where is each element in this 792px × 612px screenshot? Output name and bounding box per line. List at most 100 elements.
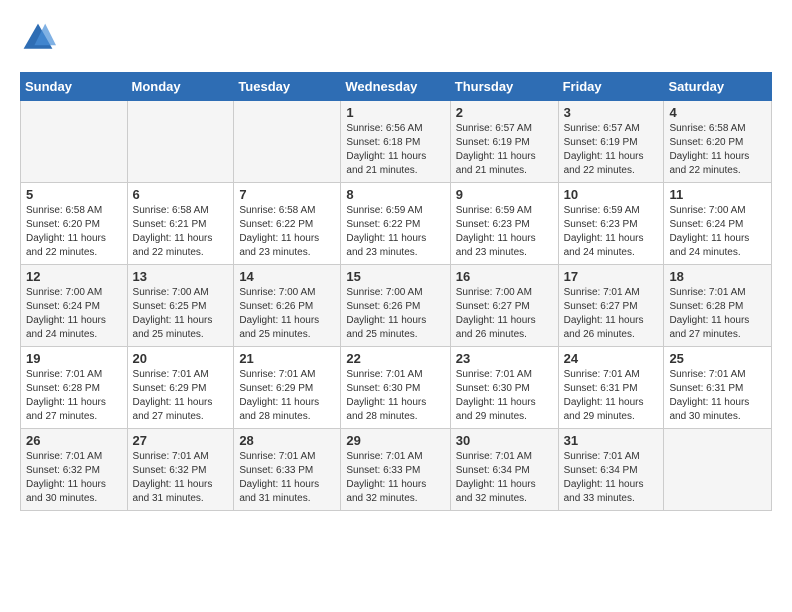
day-number: 11	[669, 187, 766, 202]
day-number: 15	[346, 269, 444, 284]
day-number: 27	[133, 433, 229, 448]
day-info: Sunrise: 7:01 AMSunset: 6:30 PMDaylight:…	[346, 368, 444, 424]
day-cell: 13Sunrise: 7:00 AMSunset: 6:25 PMDayligh…	[127, 265, 234, 347]
day-info: Sunrise: 7:01 AMSunset: 6:34 PMDaylight:…	[456, 450, 553, 506]
day-number: 22	[346, 351, 444, 366]
day-info: Sunrise: 6:58 AMSunset: 6:20 PMDaylight:…	[669, 122, 766, 178]
day-cell: 24 Sunrise: 7:01 AMSunset: 6:31 PMDayligh…	[558, 347, 664, 429]
day-number: 14	[239, 269, 335, 284]
day-cell: 16 Sunrise: 7:00 AMSunset: 6:27 PMDayligh…	[450, 265, 558, 347]
day-cell: 7 Sunrise: 6:58 AMSunset: 6:22 PMDaylight…	[234, 183, 341, 265]
day-info: Sunrise: 7:01 AMSunset: 6:34 PMDaylight:…	[564, 450, 659, 506]
day-cell: 19Sunrise: 7:01 AMSunset: 6:28 PMDayligh…	[21, 347, 128, 429]
day-cell: 8Sunrise: 6:59 AMSunset: 6:22 PMDaylight…	[341, 183, 450, 265]
day-info: Sunrise: 7:01 AMSunset: 6:29 PMDaylight:…	[239, 368, 335, 424]
col-header-tuesday: Tuesday	[234, 73, 341, 101]
day-number: 1	[346, 105, 444, 120]
week-row-3: 12 Sunrise: 7:00 AMSunset: 6:24 PMDayligh…	[21, 265, 772, 347]
day-cell: 30 Sunrise: 7:01 AMSunset: 6:34 PMDayligh…	[450, 429, 558, 511]
day-info: Sunrise: 7:00 AMSunset: 6:24 PMDaylight:…	[669, 204, 766, 260]
col-header-monday: Monday	[127, 73, 234, 101]
day-number: 16	[456, 269, 553, 284]
day-cell: 28 Sunrise: 7:01 AMSunset: 6:33 PMDayligh…	[234, 429, 341, 511]
day-cell: 2 Sunrise: 6:57 AMSunset: 6:19 PMDaylight…	[450, 101, 558, 183]
day-info: Sunrise: 7:01 AMSunset: 6:32 PMDaylight:…	[133, 450, 229, 506]
day-number: 23	[456, 351, 553, 366]
day-cell: 15 Sunrise: 7:00 AMSunset: 6:26 PMDayligh…	[341, 265, 450, 347]
day-cell: 26 Sunrise: 7:01 AMSunset: 6:32 PMDayligh…	[21, 429, 128, 511]
week-row-4: 19Sunrise: 7:01 AMSunset: 6:28 PMDayligh…	[21, 347, 772, 429]
day-cell	[21, 101, 128, 183]
day-info: Sunrise: 7:01 AMSunset: 6:33 PMDaylight:…	[239, 450, 335, 506]
day-number: 28	[239, 433, 335, 448]
day-info: Sunrise: 7:00 AMSunset: 6:25 PMDaylight:…	[133, 286, 229, 342]
day-cell: 9 Sunrise: 6:59 AMSunset: 6:23 PMDaylight…	[450, 183, 558, 265]
day-info: Sunrise: 6:56 AMSunset: 6:18 PMDaylight:…	[346, 122, 444, 178]
day-info: Sunrise: 7:01 AMSunset: 6:32 PMDaylight:…	[26, 450, 122, 506]
day-number: 26	[26, 433, 122, 448]
day-cell: 17Sunrise: 7:01 AMSunset: 6:27 PMDayligh…	[558, 265, 664, 347]
day-number: 31	[564, 433, 659, 448]
day-cell: 25 Sunrise: 7:01 AMSunset: 6:31 PMDayligh…	[664, 347, 772, 429]
day-info: Sunrise: 6:58 AMSunset: 6:20 PMDaylight:…	[26, 204, 122, 260]
day-cell: 5 Sunrise: 6:58 AMSunset: 6:20 PMDaylight…	[21, 183, 128, 265]
day-info: Sunrise: 7:00 AMSunset: 6:26 PMDaylight:…	[239, 286, 335, 342]
day-cell: 10 Sunrise: 6:59 AMSunset: 6:23 PMDayligh…	[558, 183, 664, 265]
col-header-wednesday: Wednesday	[341, 73, 450, 101]
day-info: Sunrise: 6:57 AMSunset: 6:19 PMDaylight:…	[564, 122, 659, 178]
day-number: 9	[456, 187, 553, 202]
day-number: 3	[564, 105, 659, 120]
day-number: 8	[346, 187, 444, 202]
day-info: Sunrise: 7:01 AMSunset: 6:31 PMDaylight:…	[669, 368, 766, 424]
day-cell: 27 Sunrise: 7:01 AMSunset: 6:32 PMDayligh…	[127, 429, 234, 511]
day-cell: 20Sunrise: 7:01 AMSunset: 6:29 PMDayligh…	[127, 347, 234, 429]
day-cell	[127, 101, 234, 183]
col-header-sunday: Sunday	[21, 73, 128, 101]
calendar-header-row: SundayMondayTuesdayWednesdayThursdayFrid…	[21, 73, 772, 101]
day-info: Sunrise: 7:01 AMSunset: 6:28 PMDaylight:…	[669, 286, 766, 342]
day-cell: 1 Sunrise: 6:56 AMSunset: 6:18 PMDaylight…	[341, 101, 450, 183]
day-info: Sunrise: 6:59 AMSunset: 6:23 PMDaylight:…	[564, 204, 659, 260]
calendar-table: SundayMondayTuesdayWednesdayThursdayFrid…	[20, 72, 772, 511]
day-info: Sunrise: 6:57 AMSunset: 6:19 PMDaylight:…	[456, 122, 553, 178]
logo	[20, 20, 60, 56]
day-number: 25	[669, 351, 766, 366]
week-row-5: 26 Sunrise: 7:01 AMSunset: 6:32 PMDayligh…	[21, 429, 772, 511]
logo-icon	[20, 20, 56, 56]
day-number: 7	[239, 187, 335, 202]
day-cell: 12 Sunrise: 7:00 AMSunset: 6:24 PMDayligh…	[21, 265, 128, 347]
day-number: 2	[456, 105, 553, 120]
day-info: Sunrise: 7:00 AMSunset: 6:24 PMDaylight:…	[26, 286, 122, 342]
day-info: Sunrise: 7:00 AMSunset: 6:26 PMDaylight:…	[346, 286, 444, 342]
day-number: 17	[564, 269, 659, 284]
day-cell: 21 Sunrise: 7:01 AMSunset: 6:29 PMDayligh…	[234, 347, 341, 429]
day-info: Sunrise: 7:01 AMSunset: 6:29 PMDaylight:…	[133, 368, 229, 424]
day-number: 4	[669, 105, 766, 120]
day-number: 18	[669, 269, 766, 284]
col-header-saturday: Saturday	[664, 73, 772, 101]
page-header	[20, 20, 772, 56]
day-number: 19	[26, 351, 122, 366]
day-cell: 29Sunrise: 7:01 AMSunset: 6:33 PMDayligh…	[341, 429, 450, 511]
day-number: 5	[26, 187, 122, 202]
day-info: Sunrise: 7:01 AMSunset: 6:31 PMDaylight:…	[564, 368, 659, 424]
col-header-friday: Friday	[558, 73, 664, 101]
day-info: Sunrise: 7:01 AMSunset: 6:30 PMDaylight:…	[456, 368, 553, 424]
day-cell: 22 Sunrise: 7:01 AMSunset: 6:30 PMDayligh…	[341, 347, 450, 429]
day-info: Sunrise: 7:00 AMSunset: 6:27 PMDaylight:…	[456, 286, 553, 342]
day-cell: 3 Sunrise: 6:57 AMSunset: 6:19 PMDaylight…	[558, 101, 664, 183]
day-number: 6	[133, 187, 229, 202]
day-cell: 11 Sunrise: 7:00 AMSunset: 6:24 PMDayligh…	[664, 183, 772, 265]
day-number: 21	[239, 351, 335, 366]
day-cell: 18 Sunrise: 7:01 AMSunset: 6:28 PMDayligh…	[664, 265, 772, 347]
day-number: 30	[456, 433, 553, 448]
day-number: 10	[564, 187, 659, 202]
day-number: 24	[564, 351, 659, 366]
day-info: Sunrise: 6:58 AMSunset: 6:22 PMDaylight:…	[239, 204, 335, 260]
day-info: Sunrise: 6:58 AMSunset: 6:21 PMDaylight:…	[133, 204, 229, 260]
day-info: Sunrise: 6:59 AMSunset: 6:23 PMDaylight:…	[456, 204, 553, 260]
day-cell: 4 Sunrise: 6:58 AMSunset: 6:20 PMDaylight…	[664, 101, 772, 183]
day-cell	[664, 429, 772, 511]
day-cell	[234, 101, 341, 183]
day-number: 12	[26, 269, 122, 284]
